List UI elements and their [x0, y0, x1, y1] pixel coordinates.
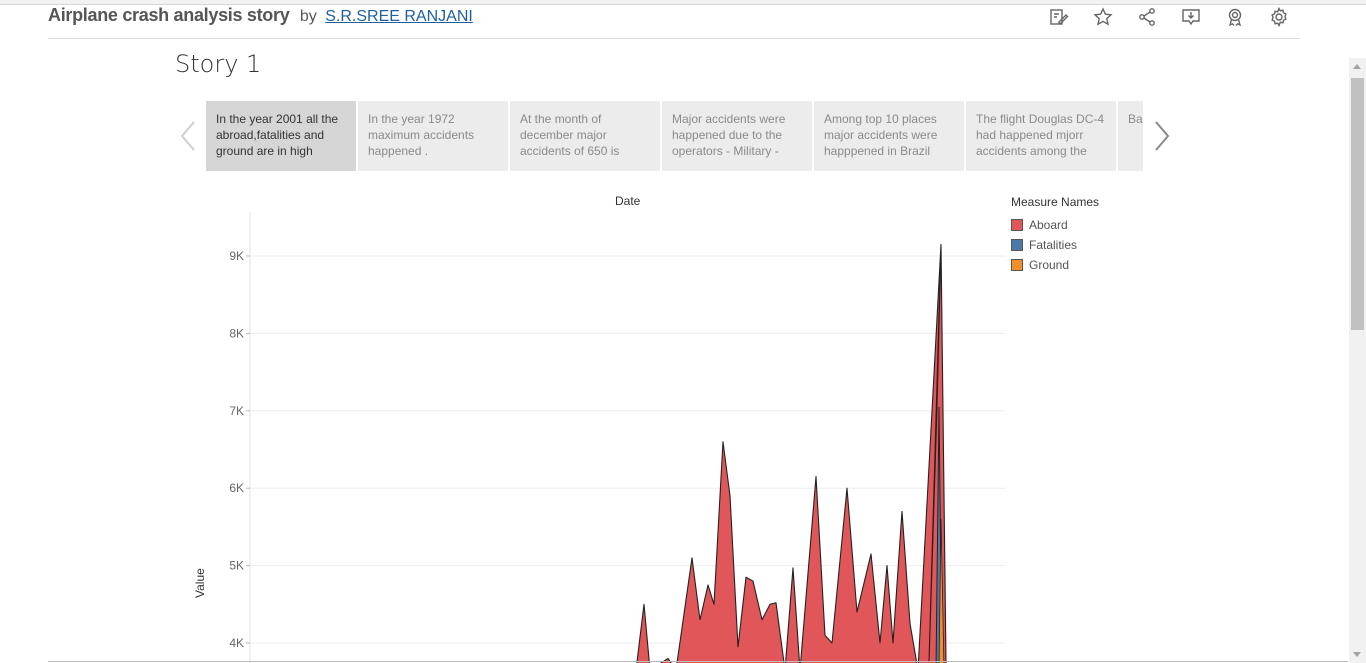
- area-series-aboard: [636, 243, 947, 663]
- bottom-divider: [48, 661, 1348, 662]
- scroll-thumb[interactable]: [1351, 78, 1364, 330]
- scroll-up-arrow-icon[interactable]: [1353, 64, 1361, 69]
- y-tick-label: 6K: [229, 481, 244, 495]
- y-tick-label: 4K: [229, 636, 244, 650]
- scroll-down-arrow-icon[interactable]: [1353, 652, 1361, 657]
- y-tick-label: 8K: [229, 326, 244, 340]
- y-tick-label: 7K: [229, 404, 244, 418]
- page-scrollbar[interactable]: [1349, 58, 1366, 663]
- area-chart: 4K 5K 6K 7K 8K 9K: [229, 212, 1006, 663]
- y-tick-label: 9K: [229, 249, 244, 263]
- y-tick-label: 5K: [229, 559, 244, 573]
